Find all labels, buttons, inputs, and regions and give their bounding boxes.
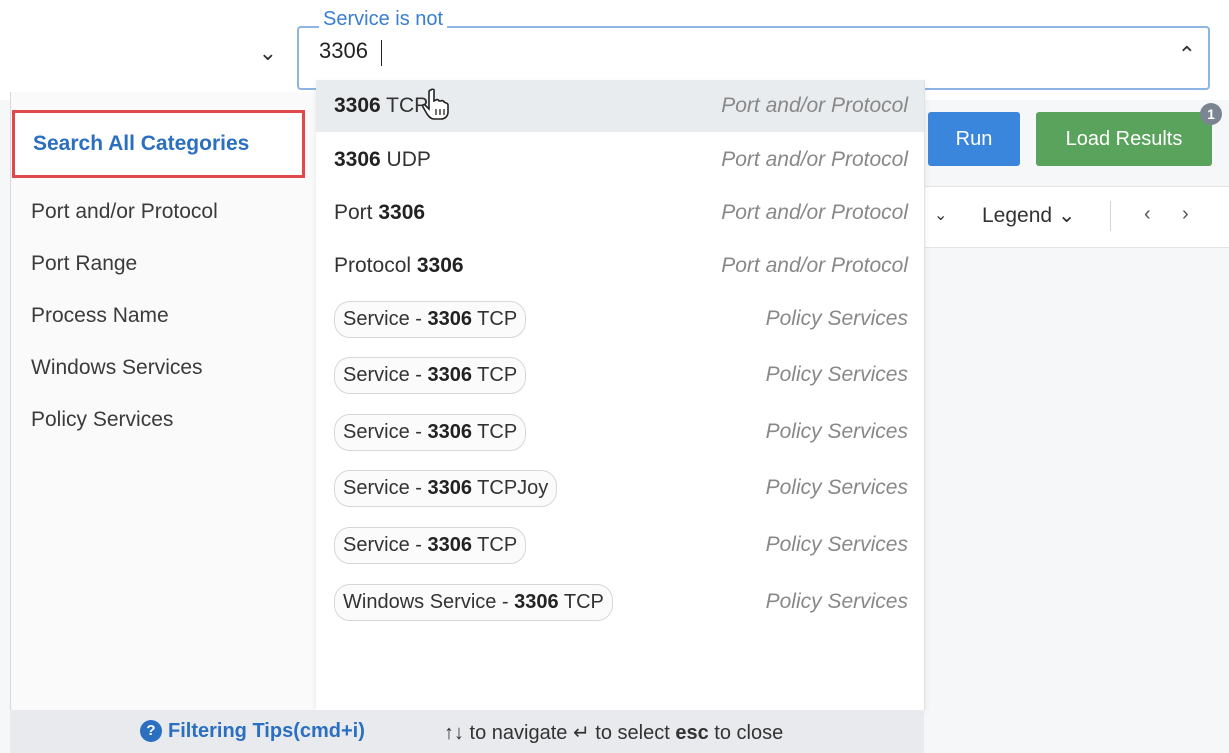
category-item-port-protocol[interactable]: Port and/or Protocol bbox=[31, 200, 218, 224]
results-dropdown: 3306 TCP Port and/or Protocol 3306 UDP P… bbox=[316, 80, 925, 710]
result-row[interactable]: Port 3306 Port and/or Protocol bbox=[316, 187, 924, 239]
result-row[interactable]: Service - 3306 TCP Policy Services bbox=[316, 406, 924, 458]
result-pill: Service - 3306 TCP bbox=[334, 301, 527, 338]
result-label: Port 3306 bbox=[334, 201, 426, 224]
results-toolbar: ⌄ Legend ⌄ ‹ › bbox=[924, 186, 1229, 248]
result-label: 3306 UDP bbox=[334, 148, 431, 171]
result-row[interactable]: Service - 3306 TCP Policy Services bbox=[316, 519, 924, 571]
result-pill: Service - 3306 TCPJoy bbox=[334, 470, 558, 507]
dropdown-footer: ? Filtering Tips(cmd+i) ↑↓ to navigate ↵… bbox=[10, 710, 924, 753]
result-row[interactable]: Service - 3306 TCP Policy Services bbox=[316, 349, 924, 401]
category-item-windows-services[interactable]: Windows Services bbox=[31, 356, 203, 380]
chevron-up-icon[interactable]: ⌃ bbox=[1178, 42, 1196, 68]
run-button[interactable]: Run bbox=[928, 112, 1020, 166]
filtering-tips-link[interactable]: Filtering Tips(cmd+i) bbox=[168, 720, 365, 743]
category-item-search-all[interactable]: Search All Categories bbox=[12, 110, 305, 178]
result-row[interactable]: Service - 3306 TCPJoy Policy Services bbox=[316, 462, 924, 514]
chevron-left-icon[interactable]: ‹ bbox=[1144, 203, 1151, 226]
result-pill: Service - 3306 TCP bbox=[334, 527, 527, 564]
result-pill: Service - 3306 TCP bbox=[334, 357, 527, 394]
result-row[interactable]: Protocol 3306 Port and/or Protocol bbox=[316, 240, 924, 292]
result-row[interactable]: Windows Service - 3306 TCP Policy Servic… bbox=[316, 576, 924, 628]
result-category: Policy Services bbox=[765, 420, 908, 443]
arrow-keys-icon: ↑↓ bbox=[444, 722, 464, 744]
legend-dropdown[interactable]: Legend ⌄ bbox=[982, 203, 1076, 228]
result-pill: Service - 3306 TCP bbox=[334, 414, 527, 451]
category-item-label: Search All Categories bbox=[33, 132, 250, 155]
question-icon[interactable]: ? bbox=[140, 720, 162, 742]
toolbar-divider bbox=[1110, 201, 1111, 231]
service-filter-legend: Service is not bbox=[319, 8, 448, 30]
result-category: Policy Services bbox=[765, 590, 908, 613]
result-row[interactable]: 3306 UDP Port and/or Protocol bbox=[316, 134, 924, 186]
load-results-button[interactable]: Load Results bbox=[1036, 112, 1212, 166]
result-pill: Windows Service - 3306 TCP bbox=[334, 584, 613, 621]
service-filter-input[interactable] bbox=[319, 38, 619, 64]
chevron-right-icon[interactable]: › bbox=[1182, 203, 1189, 226]
category-item-process-name[interactable]: Process Name bbox=[31, 304, 169, 328]
category-panel: Port and/or Protocol Port Range Process … bbox=[10, 92, 317, 753]
category-item-policy-services[interactable]: Policy Services bbox=[31, 408, 173, 432]
result-category: Policy Services bbox=[765, 476, 908, 499]
result-category: Port and/or Protocol bbox=[721, 254, 908, 277]
result-category: Policy Services bbox=[765, 363, 908, 386]
hand-cursor-icon bbox=[421, 88, 449, 120]
enter-key-icon: ↵ bbox=[572, 722, 590, 744]
text-caret bbox=[381, 40, 382, 66]
result-row[interactable]: Service - 3306 TCP Policy Services bbox=[316, 293, 924, 345]
left-select[interactable]: ⌄ bbox=[0, 20, 285, 86]
result-label: 3306 TCP bbox=[334, 94, 429, 117]
load-results-badge: 1 bbox=[1200, 103, 1222, 125]
result-category: Port and/or Protocol bbox=[721, 201, 908, 224]
result-category: Policy Services bbox=[765, 307, 908, 330]
result-label: Protocol 3306 bbox=[334, 254, 464, 277]
result-category: Policy Services bbox=[765, 533, 908, 556]
result-category: Port and/or Protocol bbox=[721, 148, 908, 171]
category-item-port-range[interactable]: Port Range bbox=[31, 252, 137, 276]
chevron-down-icon[interactable]: ⌄ bbox=[259, 40, 277, 66]
keyboard-hints: ↑↓ to navigate ↵ to select esc to close bbox=[444, 722, 784, 744]
result-row[interactable]: 3306 TCP Port and/or Protocol bbox=[316, 80, 924, 132]
result-category: Port and/or Protocol bbox=[721, 94, 908, 117]
chevron-down-icon[interactable]: ⌄ bbox=[934, 205, 947, 225]
